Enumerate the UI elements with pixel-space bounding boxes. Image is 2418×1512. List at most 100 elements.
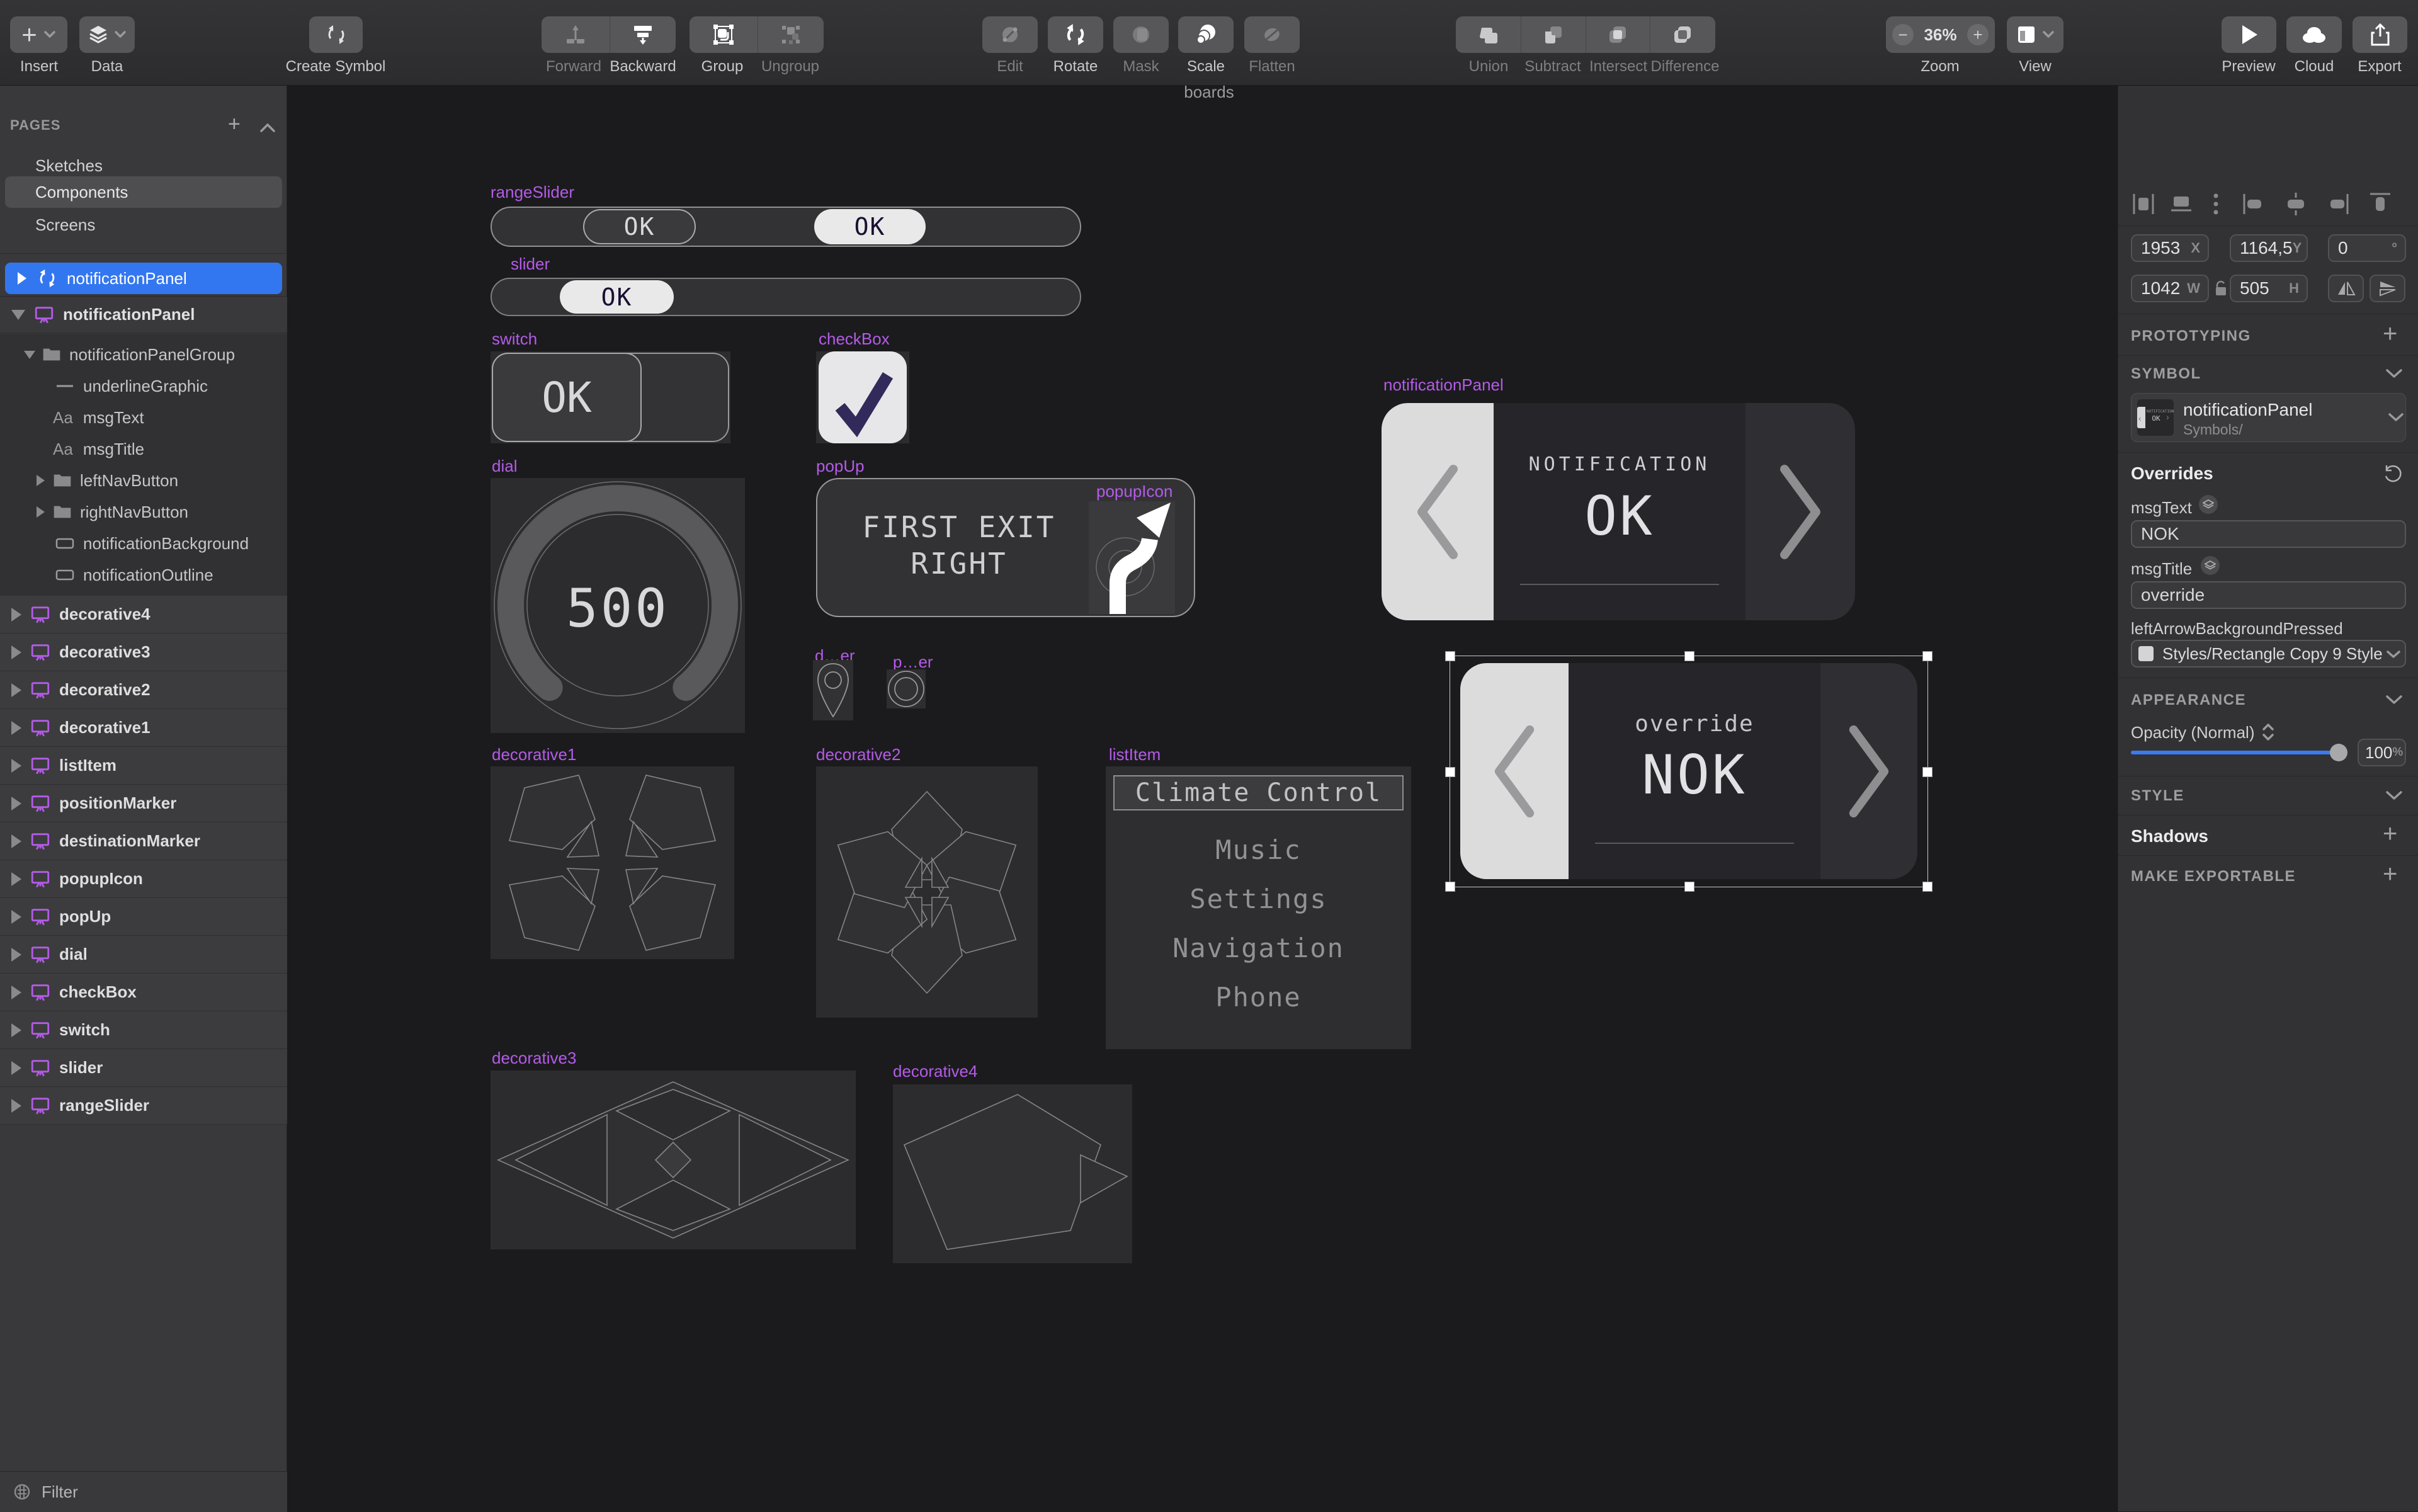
- msgtitle-input[interactable]: override: [2131, 581, 2406, 609]
- switch-artboard[interactable]: OK: [491, 351, 730, 443]
- layer-row-artboard[interactable]: listItem: [0, 747, 287, 785]
- canvas[interactable]: boards rangeSlider OK OK slider OK switc…: [287, 85, 2118, 1511]
- edit-button[interactable]: [982, 16, 1038, 53]
- layer-row-artboard[interactable]: decorative3: [0, 634, 287, 671]
- layer-row-msgTitle[interactable]: Aa msgTitle: [0, 433, 287, 465]
- decorative3-artboard[interactable]: [491, 1071, 856, 1249]
- listitem-artboard[interactable]: Climate Control Music Settings Navigatio…: [1106, 766, 1411, 1049]
- layer-row-artboard[interactable]: destinationMarker: [0, 822, 287, 860]
- layer-row-leftNavButton[interactable]: leftNavButton: [0, 465, 287, 496]
- insert-button[interactable]: +: [10, 16, 67, 53]
- disclosure-right-icon[interactable]: [11, 1099, 21, 1113]
- disclosure-right-icon[interactable]: [11, 645, 21, 659]
- decorative4-artboard[interactable]: [893, 1084, 1132, 1263]
- resize-handle-n[interactable]: [1684, 651, 1694, 661]
- union-button[interactable]: [1456, 16, 1521, 53]
- page-item-screens[interactable]: Screens: [5, 209, 282, 241]
- artboard-label-decorative3[interactable]: decorative3: [492, 1049, 576, 1068]
- popupicon-artboard[interactable]: [1089, 501, 1175, 614]
- align-h-right-icon[interactable]: [2325, 191, 2350, 217]
- layer-row-underlineGraphic[interactable]: underlineGraphic: [0, 370, 287, 402]
- view-button[interactable]: [2007, 16, 2063, 53]
- list-item[interactable]: Music: [1106, 834, 1411, 865]
- switch-handle[interactable]: OK: [492, 353, 642, 442]
- artboard-label-popUp[interactable]: popUp: [816, 457, 865, 476]
- ungroup-button[interactable]: [758, 16, 824, 53]
- artboard-label-listItem[interactable]: listItem: [1109, 745, 1161, 765]
- make-exportable-button[interactable]: +: [2383, 860, 2397, 889]
- slider-thumb[interactable]: OK: [560, 280, 674, 314]
- artboard-label-popupIcon[interactable]: popupIcon: [1096, 482, 1172, 501]
- position-marker-artboard[interactable]: [887, 669, 926, 708]
- add-shadow-button[interactable]: +: [2383, 820, 2397, 848]
- layer-row-artboard[interactable]: popupIcon: [0, 860, 287, 898]
- layer-row-artboard[interactable]: decorative4: [0, 596, 287, 634]
- height-field[interactable]: 505H: [2230, 275, 2308, 302]
- collapse-pages-icon[interactable]: [259, 122, 276, 134]
- destination-marker-artboard[interactable]: [813, 660, 853, 720]
- lock-icon[interactable]: [2213, 278, 2228, 298]
- resize-handle-w[interactable]: [1445, 767, 1455, 777]
- resize-handle-se[interactable]: [1922, 882, 1933, 892]
- layer-row-msgText[interactable]: Aa msgText: [0, 402, 287, 433]
- dial-artboard[interactable]: 500: [491, 478, 745, 733]
- layer-row-artboard[interactable]: slider: [0, 1049, 287, 1087]
- layer-row-artboard[interactable]: dial: [0, 936, 287, 974]
- disclosure-down-icon[interactable]: [11, 310, 25, 320]
- checkbox[interactable]: [819, 351, 907, 443]
- artboard-label-decorative1[interactable]: decorative1: [492, 745, 576, 765]
- layer-row-artboard[interactable]: rangeSlider: [0, 1087, 287, 1125]
- notification-panel-instance[interactable]: override NOK: [1460, 663, 1917, 879]
- disclosure-right-icon[interactable]: [11, 910, 21, 924]
- msgtext-input[interactable]: NOK: [2131, 520, 2406, 548]
- backward-button[interactable]: [610, 16, 676, 53]
- slider[interactable]: OK: [491, 278, 1081, 316]
- symbol-select[interactable]: ‹ NOTIFICATION OK › notificationPanel Sy…: [2131, 393, 2406, 442]
- resize-handle-ne[interactable]: [1922, 651, 1933, 661]
- opacity-slider-track[interactable]: [2131, 751, 2347, 754]
- flatten-button[interactable]: [1244, 16, 1300, 53]
- x-field[interactable]: 1953X: [2131, 234, 2209, 262]
- scale-button[interactable]: [1178, 16, 1234, 53]
- checkbox-artboard[interactable]: [816, 351, 909, 443]
- disclosure-down-icon[interactable]: [24, 351, 35, 359]
- layer-row-notificationPanel[interactable]: notificationPanel: [0, 297, 287, 333]
- resize-handle-nw[interactable]: [1445, 651, 1455, 661]
- data-button[interactable]: [79, 16, 135, 53]
- list-item[interactable]: Navigation: [1106, 933, 1411, 963]
- artboard-label-decorative4[interactable]: decorative4: [893, 1062, 977, 1081]
- rotate-button[interactable]: [1048, 16, 1103, 53]
- chevron-down-icon[interactable]: [2385, 368, 2403, 379]
- align-left-icon[interactable]: [2132, 191, 2155, 217]
- layer-row-artboard[interactable]: checkBox: [0, 974, 287, 1011]
- create-symbol-button[interactable]: [309, 16, 363, 53]
- artboard-label-checkBox[interactable]: checkBox: [819, 329, 890, 349]
- intersect-button[interactable]: [1586, 16, 1650, 53]
- list-item[interactable]: Settings: [1106, 884, 1411, 914]
- opacity-slider-thumb[interactable]: [2330, 744, 2347, 761]
- align-h-center-icon[interactable]: [2283, 191, 2308, 217]
- add-prototyping-button[interactable]: +: [2383, 320, 2397, 348]
- list-item[interactable]: Phone: [1106, 982, 1411, 1013]
- disclosure-right-icon[interactable]: [37, 506, 45, 518]
- chevron-down-icon[interactable]: [2385, 694, 2403, 705]
- decorative1-artboard[interactable]: [491, 766, 734, 959]
- align-v-top-icon[interactable]: [2368, 191, 2393, 217]
- disclosure-right-icon[interactable]: [11, 759, 21, 773]
- layer-row-artboard[interactable]: popUp: [0, 898, 287, 936]
- artboard-label-dial[interactable]: dial: [492, 457, 517, 476]
- rotation-field[interactable]: 0°: [2328, 234, 2406, 262]
- layer-row-rightNavButton[interactable]: rightNavButton: [0, 496, 287, 528]
- decorative2-artboard[interactable]: [816, 766, 1038, 1018]
- disclosure-right-icon[interactable]: [11, 948, 21, 962]
- stepper-icon[interactable]: [2262, 723, 2274, 742]
- reset-overrides-icon[interactable]: [2383, 463, 2403, 484]
- data-badge-icon[interactable]: [2199, 495, 2218, 514]
- subtract-button[interactable]: [1521, 16, 1585, 53]
- disclosure-right-icon[interactable]: [11, 683, 21, 697]
- range-slider-thumb-right[interactable]: OK: [814, 209, 926, 244]
- artboard-label-switch[interactable]: switch: [492, 329, 537, 349]
- cloud-button[interactable]: [2286, 16, 2342, 53]
- range-slider[interactable]: OK OK: [491, 207, 1081, 247]
- disclosure-right-icon[interactable]: [11, 608, 21, 622]
